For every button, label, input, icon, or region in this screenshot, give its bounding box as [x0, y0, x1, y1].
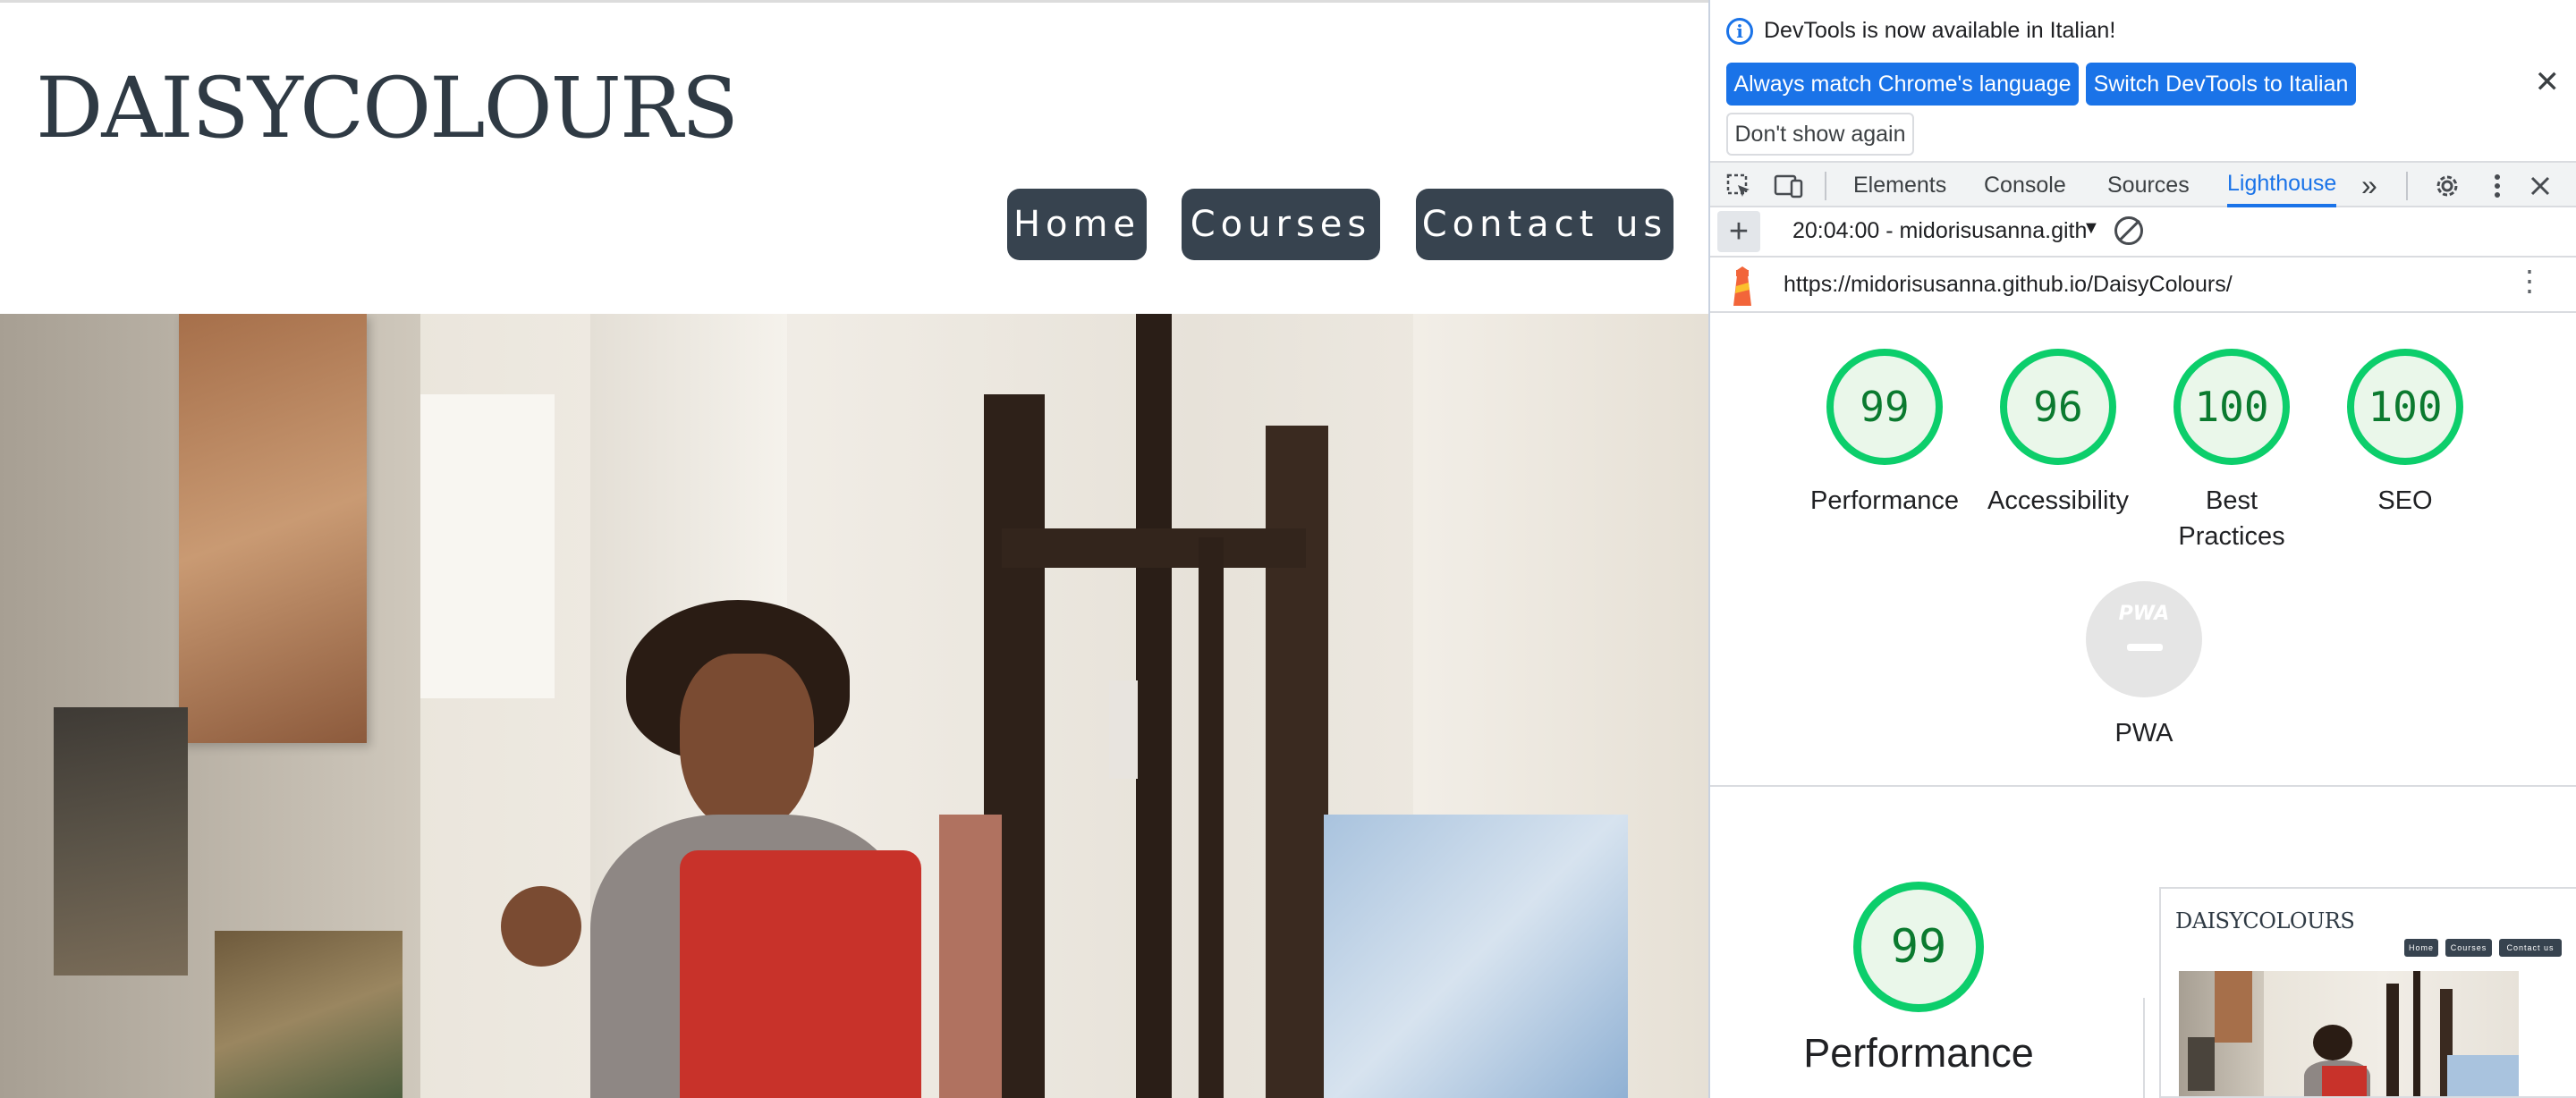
thumbnail-nav-contact: Contact us — [2499, 939, 2562, 957]
kebab-menu-icon[interactable] — [2481, 170, 2513, 202]
thumbnail-nav-courses: Courses — [2445, 939, 2492, 957]
more-tabs-icon[interactable]: » — [2361, 163, 2377, 207]
pwa-badge-icon: PWA — [2118, 603, 2170, 625]
accessibility-label: Accessibility — [1987, 486, 2129, 515]
infobar-message: DevTools is now available in Italian! — [1764, 18, 2116, 43]
thumbnail-logo: DAISYCOLOURS — [2175, 908, 2355, 933]
match-language-button[interactable]: Always match Chrome's language — [1726, 63, 2079, 106]
pwa-label: PWA — [2114, 719, 2174, 747]
pwa-dash — [2127, 644, 2163, 651]
new-report-plus-icon[interactable]: + — [1717, 211, 1760, 252]
nav-contact-button[interactable]: Contact us — [1416, 189, 1674, 260]
inspect-element-icon[interactable] — [1723, 170, 1755, 202]
thumbnail-nav-home: Home — [2404, 939, 2438, 957]
website-viewport: DAISYCOLOURS Home Courses Contact us — [0, 0, 1708, 1098]
switch-language-button[interactable]: Switch DevTools to Italian — [2086, 63, 2356, 106]
lighthouse-toolbar: + 20:04:00 - midorisusanna.gith ▼ — [1710, 207, 2576, 258]
tab-sources[interactable]: Sources — [2107, 163, 2190, 207]
tab-lighthouse[interactable]: Lighthouse — [2227, 163, 2337, 207]
devtools-panel: i DevTools is now available in Italian! … — [1708, 0, 2576, 1098]
thumbnail-hero-image — [2179, 971, 2519, 1096]
site-logo[interactable]: DAISYCOLOURS — [36, 67, 739, 151]
close-devtools-icon[interactable] — [2524, 170, 2556, 202]
nav-home-button[interactable]: Home — [1007, 189, 1147, 260]
performance-detail-title: Performance — [1803, 1030, 2034, 1076]
tab-console[interactable]: Console — [1984, 163, 2066, 207]
language-infobar: i DevTools is now available in Italian! … — [1710, 0, 2576, 161]
chevron-down-icon[interactable]: ▼ — [2082, 218, 2100, 239]
report-menu-icon[interactable]: ⋮ — [2515, 266, 2544, 295]
device-toolbar-icon[interactable] — [1773, 170, 1805, 202]
report-selector[interactable]: 20:04:00 - midorisusanna.gith — [1792, 218, 2087, 244]
section-divider — [1710, 785, 2576, 787]
close-icon[interactable]: ✕ — [2535, 64, 2561, 100]
performance-label: Performance — [1809, 486, 1959, 515]
tab-elements[interactable]: Elements — [1853, 163, 1946, 207]
accessibility-gauge[interactable]: 96 — [2000, 349, 2116, 465]
page-screenshot-thumbnail[interactable]: DAISYCOLOURS Home Courses Contact us — [2159, 887, 2576, 1098]
seo-gauge[interactable]: 100 — [2347, 349, 2463, 465]
nav-courses-button[interactable]: Courses — [1182, 189, 1380, 260]
clear-reports-icon[interactable] — [2114, 216, 2143, 245]
lighthouse-logo-icon — [1733, 266, 1751, 306]
dont-show-again-button[interactable]: Don't show again — [1726, 113, 1914, 156]
seo-label: SEO — [2377, 486, 2433, 515]
settings-gear-icon[interactable] — [2431, 170, 2463, 202]
best-practices-gauge[interactable]: 100 — [2174, 349, 2290, 465]
report-url: https://midorisusanna.github.io/DaisyCol… — [1784, 272, 2233, 297]
performance-detail-gauge: 99 — [1853, 882, 1984, 1012]
thumbnail-divider — [2143, 998, 2145, 1098]
devtools-tabbar: Elements Console Sources Lighthouse » — [1710, 161, 2576, 207]
hero-image — [0, 314, 1708, 1098]
performance-gauge[interactable]: 99 — [1826, 349, 1943, 465]
toolbar-divider — [2406, 172, 2408, 200]
best-practices-label: Best Practices — [2178, 486, 2285, 551]
pwa-gauge[interactable]: PWA — [2086, 581, 2202, 697]
report-url-bar: https://midorisusanna.github.io/DaisyCol… — [1710, 258, 2576, 313]
info-icon: i — [1726, 18, 1753, 45]
toolbar-divider — [1825, 172, 1826, 200]
